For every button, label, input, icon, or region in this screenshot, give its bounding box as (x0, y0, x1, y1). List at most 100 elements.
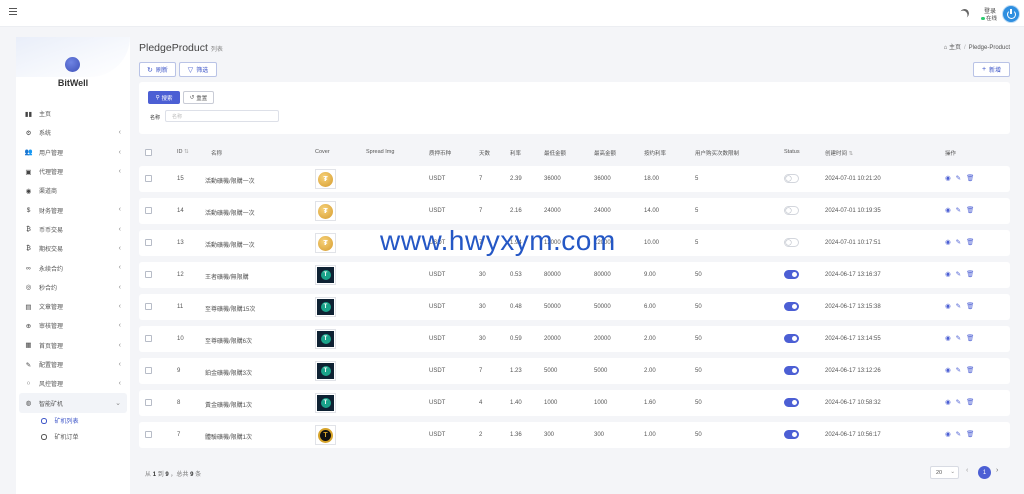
row-checkbox[interactable] (145, 431, 152, 438)
eye-icon[interactable]: ◉ (945, 175, 951, 182)
trash-icon[interactable]: 🗑 (966, 399, 974, 406)
edit-icon[interactable]: ✎ (956, 335, 961, 342)
cell-created: 2024-06-17 10:58:32 (825, 400, 881, 406)
refresh-button[interactable]: ↻ 刷新 (139, 62, 176, 77)
cell-max: 24000 (594, 208, 611, 214)
trash-icon[interactable]: 🗑 (966, 271, 974, 278)
sidebar-item[interactable]: ▣ 代理管理 ‹ (19, 162, 127, 181)
table-row: 11 至尊礦機/限購15次 USDT 30 0.48 50000 50000 6.00 50 20… (139, 294, 1010, 320)
cell-min: 300 (544, 432, 555, 438)
sidebar-item[interactable]: ◎ 秒合约 ‹ (19, 278, 127, 297)
trash-icon[interactable]: 🗑 (966, 207, 974, 214)
sidebar-item[interactable]: $ 财务管理 ‹ (19, 200, 127, 219)
sidebar-item[interactable]: ▤ 文章管理 ‹ (19, 297, 127, 316)
edit-icon[interactable]: ✎ (956, 431, 961, 438)
edit-icon[interactable]: ✎ (956, 175, 961, 182)
trash-icon[interactable]: 🗑 (966, 175, 974, 182)
trash-icon[interactable]: 🗑 (966, 367, 974, 374)
next-page-button[interactable]: › (996, 467, 998, 474)
status-toggle[interactable] (784, 302, 799, 311)
reset-button[interactable]: ↺ 重置 (183, 91, 214, 104)
eye-icon[interactable]: ◉ (945, 367, 951, 374)
status-toggle[interactable] (784, 238, 799, 247)
row-checkbox[interactable] (145, 239, 152, 246)
row-checkbox[interactable] (145, 175, 152, 182)
sidebar-item[interactable]: ∞ 永续合约 ‹ (19, 258, 127, 277)
cover-image[interactable]: T (315, 393, 336, 413)
trash-icon[interactable]: 🗑 (966, 303, 974, 310)
row-checkbox[interactable] (145, 367, 152, 374)
select-all-checkbox[interactable] (145, 149, 152, 156)
col-id[interactable]: ID ⇅ (177, 149, 189, 155)
page-title: PledgeProduct 列表 (139, 42, 223, 54)
sidebar-item[interactable]: ◉ 渠道商 (19, 181, 127, 200)
status-toggle[interactable] (784, 174, 799, 183)
edit-icon[interactable]: ✎ (956, 207, 961, 214)
cell-days: 7 (479, 176, 483, 182)
row-checkbox[interactable] (145, 207, 152, 214)
sidebar-item[interactable]: ₿ 期权交易 ‹ (19, 239, 127, 258)
eye-icon[interactable]: ◉ (945, 431, 951, 438)
sidebar-item[interactable]: ⊕ 审核管理 ‹ (19, 316, 127, 335)
avatar[interactable] (1002, 5, 1020, 23)
search-button[interactable]: ⚲ 搜索 (148, 91, 180, 104)
sidebar-item[interactable]: ✎ 配置管理 ‹ (19, 355, 127, 374)
status-toggle[interactable] (784, 270, 799, 279)
cover-image[interactable]: T (315, 361, 336, 381)
eye-icon[interactable]: ◉ (945, 303, 951, 310)
page-size-select[interactable]: 20 ⌄ (930, 466, 959, 479)
new-button[interactable]: + 新增 (973, 62, 1010, 77)
edit-icon[interactable]: ✎ (956, 239, 961, 246)
cell-max: 36000 (594, 176, 611, 182)
trash-icon[interactable]: 🗑 (966, 239, 974, 246)
cell-name: 至尊礦機/限購15次 (205, 307, 256, 313)
status-toggle[interactable] (784, 430, 799, 439)
row-checkbox[interactable] (145, 335, 152, 342)
name-filter-input[interactable]: 名称 (165, 110, 279, 122)
cover-image[interactable]: T (315, 425, 336, 445)
edit-icon[interactable]: ✎ (956, 399, 961, 406)
cover-image[interactable]: ₮ (315, 169, 336, 189)
row-checkbox[interactable] (145, 399, 152, 406)
page-1-button[interactable]: 1 (978, 466, 991, 479)
status-toggle[interactable] (784, 206, 799, 215)
cover-image[interactable]: T (315, 265, 336, 285)
edit-icon[interactable]: ✎ (956, 271, 961, 278)
sidebar-item[interactable]: ▦ 首页管理 ‹ (19, 336, 127, 355)
search-icon: ⚲ (155, 94, 160, 101)
menu-toggle-icon[interactable] (9, 8, 17, 16)
breadcrumb-home[interactable]: 主页 (949, 45, 961, 51)
sidebar-item[interactable]: ₿ 币币交易 ‹ (19, 220, 127, 239)
edit-icon[interactable]: ✎ (956, 303, 961, 310)
status-toggle[interactable] (784, 334, 799, 343)
eye-icon[interactable]: ◉ (945, 271, 951, 278)
filter-button[interactable]: ▽ 筛选 (179, 62, 217, 77)
row-checkbox[interactable] (145, 271, 152, 278)
cover-image[interactable]: ₮ (315, 201, 336, 221)
sort-icon[interactable]: ⇅ (184, 149, 189, 155)
prev-page-button[interactable]: ‹ (966, 467, 968, 474)
cover-image[interactable]: T (315, 329, 336, 349)
edit-icon[interactable]: ✎ (956, 367, 961, 374)
sidebar-item[interactable]: ◍ 智能矿机 ⌄ (19, 393, 127, 413)
cover-image[interactable]: T (315, 297, 336, 317)
sidebar-item[interactable]: ⚙ 系统 ‹ (19, 123, 127, 142)
row-checkbox[interactable] (145, 303, 152, 310)
sort-icon[interactable]: ⇅ (849, 151, 854, 157)
trash-icon[interactable]: 🗑 (966, 335, 974, 342)
sidebar-subitem[interactable]: 矿机列表 (19, 413, 127, 429)
eye-icon[interactable]: ◉ (945, 335, 951, 342)
status-toggle[interactable] (784, 398, 799, 407)
col-created[interactable]: 创建时间 ⇅ (825, 149, 853, 157)
eye-icon[interactable]: ◉ (945, 399, 951, 406)
sidebar-item[interactable]: ▮▮ 主页 (19, 104, 127, 123)
eye-icon[interactable]: ◉ (945, 239, 951, 246)
trash-icon[interactable]: 🗑 (966, 431, 974, 438)
sidebar-subitem[interactable]: 矿机订单 (19, 429, 127, 445)
sidebar-item[interactable]: 👥 用户管理 ‹ (19, 143, 127, 162)
eye-icon[interactable]: ◉ (945, 207, 951, 214)
status-toggle[interactable] (784, 366, 799, 375)
dark-mode-icon[interactable] (959, 8, 971, 20)
sidebar-item[interactable]: ○ 风控管理 ‹ (19, 374, 127, 393)
cover-image[interactable]: ₮ (315, 233, 336, 253)
